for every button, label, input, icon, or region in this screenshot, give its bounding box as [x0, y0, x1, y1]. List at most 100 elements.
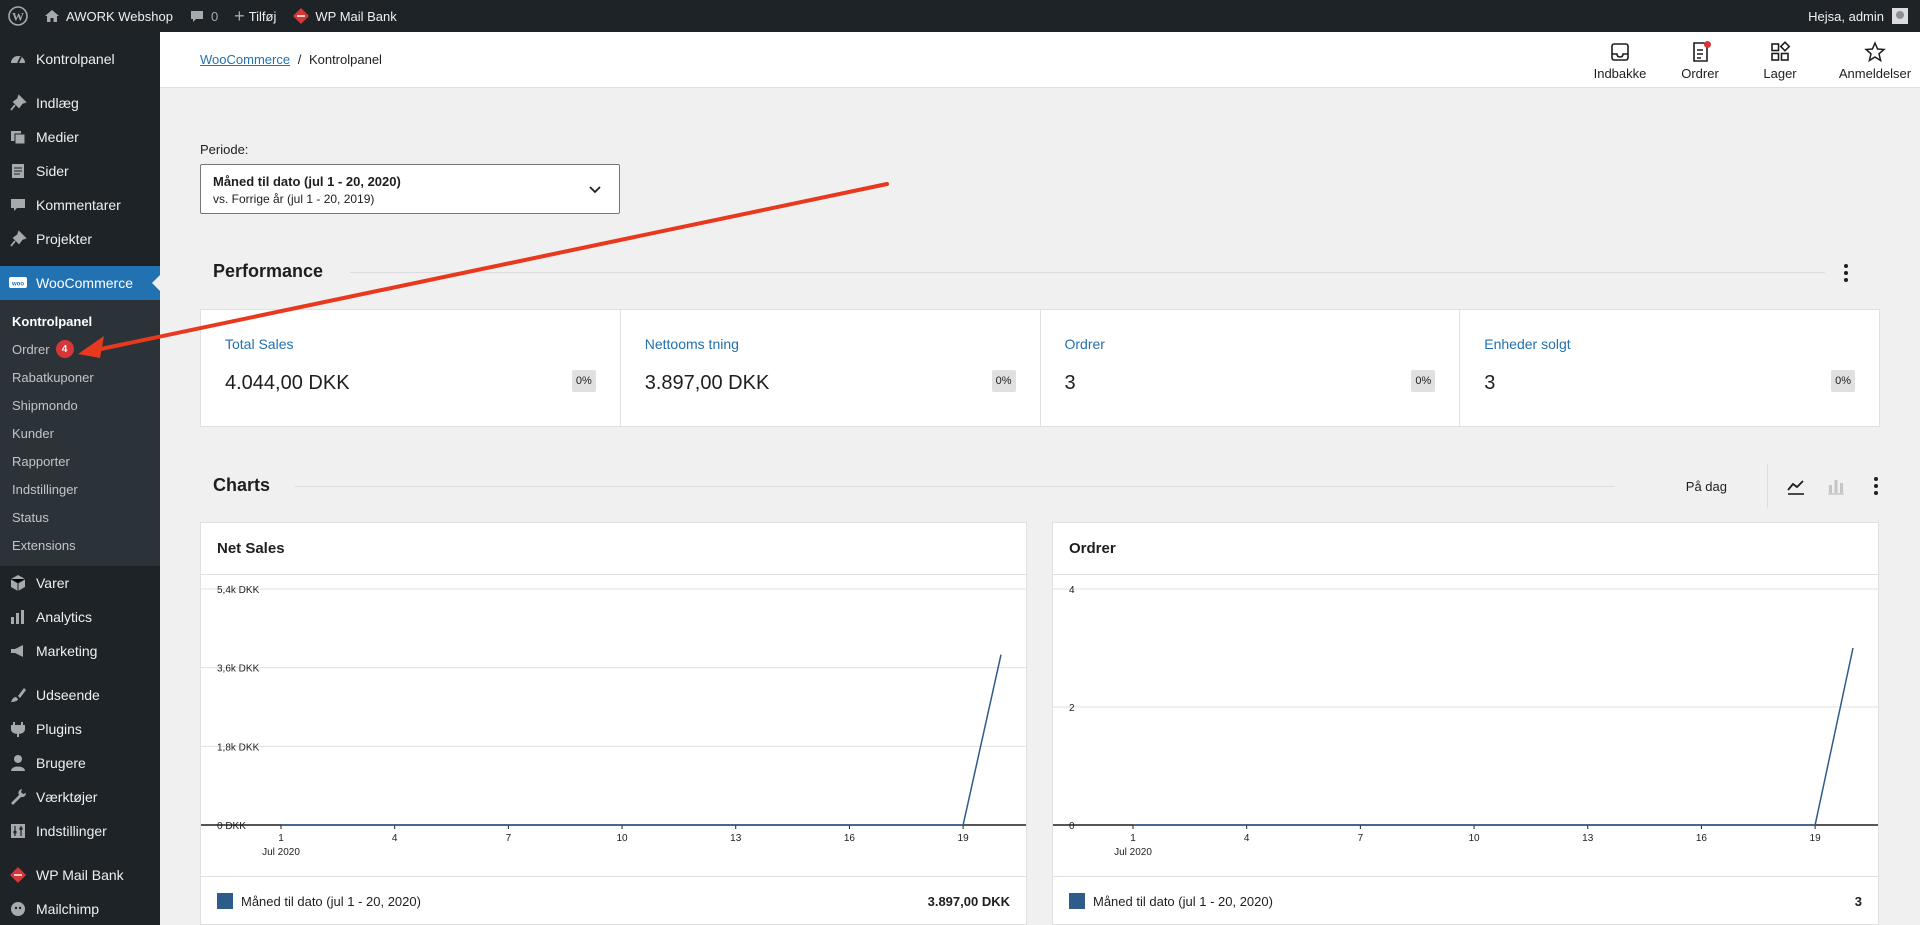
- stock-button[interactable]: Lager: [1740, 40, 1820, 81]
- comments-link[interactable]: 0: [181, 0, 226, 32]
- perf-card-units-sold[interactable]: Enheder solgt 3 0%: [1460, 310, 1879, 426]
- x-tick-label: 13: [1582, 833, 1594, 844]
- submenu-kunder[interactable]: Kunder: [0, 419, 160, 447]
- net-sales-chart: 0 DKK 1,8k DKK 3,6k DKK 5,4k DKK 1 4 7 10 13 16 19…: [201, 585, 1026, 858]
- comments-count: 0: [210, 8, 219, 24]
- submenu-ordrer[interactable]: Ordrer 4: [0, 335, 160, 363]
- menu-item-medier[interactable]: Medier: [0, 120, 160, 154]
- line-chart-icon[interactable]: [1784, 474, 1808, 498]
- menu-item-mailchimp[interactable]: Mailchimp: [0, 892, 160, 925]
- box-icon: [8, 573, 28, 593]
- menu-item-varer[interactable]: Varer: [0, 566, 160, 600]
- submenu-label: Status: [12, 509, 49, 525]
- orders-button[interactable]: Ordrer: [1660, 40, 1740, 81]
- charts-options-button[interactable]: [1864, 474, 1888, 498]
- menu-item-kontrolpanel[interactable]: Kontrolpanel: [0, 42, 160, 76]
- submenu-label: Extensions: [12, 537, 76, 553]
- submenu-shipmondo[interactable]: Shipmondo: [0, 391, 160, 419]
- submenu-rapporter[interactable]: Rapporter: [0, 447, 160, 475]
- y-tick-label: 3,6k DKK: [217, 664, 260, 675]
- account-menu[interactable]: Hejsa, admin: [1800, 0, 1920, 32]
- x-axis-sublabel: Jul 2020: [1114, 847, 1152, 858]
- perf-card-net-sales[interactable]: Nettooms tning 3.897,00 DKK 0%: [621, 310, 1041, 426]
- submenu-kontrolpanel[interactable]: Kontrolpanel: [0, 307, 160, 335]
- perf-card-delta: 0%: [1831, 370, 1855, 392]
- breadcrumb-woocommerce-link[interactable]: WooCommerce: [200, 52, 290, 67]
- perf-card-orders[interactable]: Ordrer 3 0%: [1041, 310, 1461, 426]
- wordpress-logo-icon[interactable]: W: [0, 0, 36, 32]
- chart-legend[interactable]: Måned til dato (jul 1 - 20, 2020) 3.897,…: [201, 877, 1026, 925]
- menu-item-plugins[interactable]: Plugins: [0, 712, 160, 746]
- perf-card-value: 3.897,00 DKK: [644, 372, 770, 394]
- wp-mail-bank-label: WP Mail Bank: [315, 8, 397, 24]
- menu-item-brugere[interactable]: Brugere: [0, 746, 160, 780]
- site-name: AWORK Webshop: [66, 8, 173, 24]
- menu-label: Udseende: [36, 687, 100, 703]
- submenu-label: Rabatkuponer: [12, 369, 94, 385]
- perf-card-label: Nettooms tning: [644, 336, 739, 352]
- wrench-icon: [8, 787, 28, 807]
- menu-item-kommentarer[interactable]: Kommentarer: [0, 188, 160, 222]
- menu-label: Indstillinger: [36, 823, 107, 839]
- stock-label: Lager: [1763, 66, 1797, 81]
- x-tick-label: 16: [1696, 833, 1708, 844]
- svg-text:W: W: [12, 10, 24, 24]
- submenu-indstillinger[interactable]: Indstillinger: [0, 475, 160, 503]
- menu-item-marketing[interactable]: Marketing: [0, 634, 160, 668]
- menu-label: Sider: [36, 163, 69, 179]
- menu-label: Kontrolpanel: [36, 51, 115, 67]
- reviews-button[interactable]: Anmeldelser: [1830, 40, 1920, 81]
- submenu-extensions[interactable]: Extensions: [0, 531, 160, 559]
- inbox-button[interactable]: Indbakke: [1580, 40, 1660, 81]
- mail-bank-icon: [8, 865, 28, 885]
- series-line: [281, 654, 1002, 826]
- new-content-link[interactable]: + Tilføj: [226, 0, 284, 32]
- interval-select[interactable]: På dag: [1686, 479, 1767, 494]
- megaphone-icon: [8, 641, 28, 661]
- menu-item-projekter[interactable]: Projekter: [0, 222, 160, 256]
- chart-legend[interactable]: Måned til dato (jul 1 - 20, 2020) 3: [1053, 877, 1878, 925]
- legend-label: Måned til dato (jul 1 - 20, 2020): [1093, 893, 1273, 909]
- media-icon: [8, 127, 28, 147]
- avatar: [1892, 8, 1908, 24]
- orders-label: Ordrer: [1681, 66, 1719, 81]
- menu-label: Kommentarer: [36, 197, 121, 213]
- charts-title: Charts: [213, 475, 271, 495]
- menu-item-udseende[interactable]: Udseende: [0, 678, 160, 712]
- menu-label: WooCommerce: [36, 275, 133, 291]
- x-tick-label: 1: [278, 833, 284, 844]
- menu-item-vaerktojer[interactable]: Værktøjer: [0, 780, 160, 814]
- chart-plot-area: 0 DKK 1,8k DKK 3,6k DKK 5,4k DKK 1 4 7 10 13 16 19…: [201, 575, 1026, 877]
- reviews-label: Anmeldelser: [1838, 66, 1912, 81]
- menu-label: Værktøjer: [36, 789, 98, 805]
- x-tick-label: 7: [506, 833, 512, 844]
- submenu-rabatkuponer[interactable]: Rabatkuponer: [0, 363, 160, 391]
- x-axis-sublabel: Jul 2020: [262, 847, 300, 858]
- wp-mail-bank-link[interactable]: WP Mail Bank: [284, 0, 404, 32]
- periode-label: Periode:: [200, 142, 249, 157]
- submenu-label: Rapporter: [12, 453, 70, 469]
- legend-total: 3: [1854, 893, 1862, 909]
- bar-chart-icon[interactable]: [1824, 474, 1848, 498]
- date-range-select[interactable]: Måned til dato (jul 1 - 20, 2020) vs. Fo…: [200, 164, 620, 214]
- orders-chart-card: Ordrer 0 2 4 1 4 7 10 13 16 19 Jul 2020 Måned til …: [1052, 522, 1879, 925]
- orders-chart: 0 2 4 1 4 7 10 13 16 19 Jul 2020: [1053, 585, 1878, 858]
- menu-item-indstillinger[interactable]: Indstillinger: [0, 814, 160, 848]
- submenu-status[interactable]: Status: [0, 503, 160, 531]
- menu-item-sider[interactable]: Sider: [0, 154, 160, 188]
- dashboard-icon: [8, 49, 28, 69]
- menu-item-woocommerce[interactable]: woo WooCommerce: [0, 266, 160, 300]
- admin-bar: W AWORK Webshop 0 + Tilføj WP Mail Bank …: [0, 0, 1920, 32]
- performance-options-button[interactable]: [1834, 261, 1858, 285]
- inbox-icon: [1611, 43, 1629, 61]
- net-sales-chart-card: Net Sales 0 DKK 1,8k DKK 3,6k DKK 5,4k DKK 1…: [200, 522, 1027, 925]
- page-icon: [8, 161, 28, 181]
- performance-divider: [350, 272, 1825, 273]
- site-name-link[interactable]: AWORK Webshop: [36, 0, 181, 32]
- menu-item-indlaeg[interactable]: Indlæg: [0, 86, 160, 120]
- menu-item-analytics[interactable]: Analytics: [0, 600, 160, 634]
- perf-card-total-sales[interactable]: Total Sales 4.044,00 DKK 0%: [201, 310, 621, 426]
- menu-item-wp-mail-bank[interactable]: WP Mail Bank: [0, 858, 160, 892]
- pin-icon: [8, 93, 28, 113]
- perf-card-label: Ordrer: [1064, 336, 1105, 352]
